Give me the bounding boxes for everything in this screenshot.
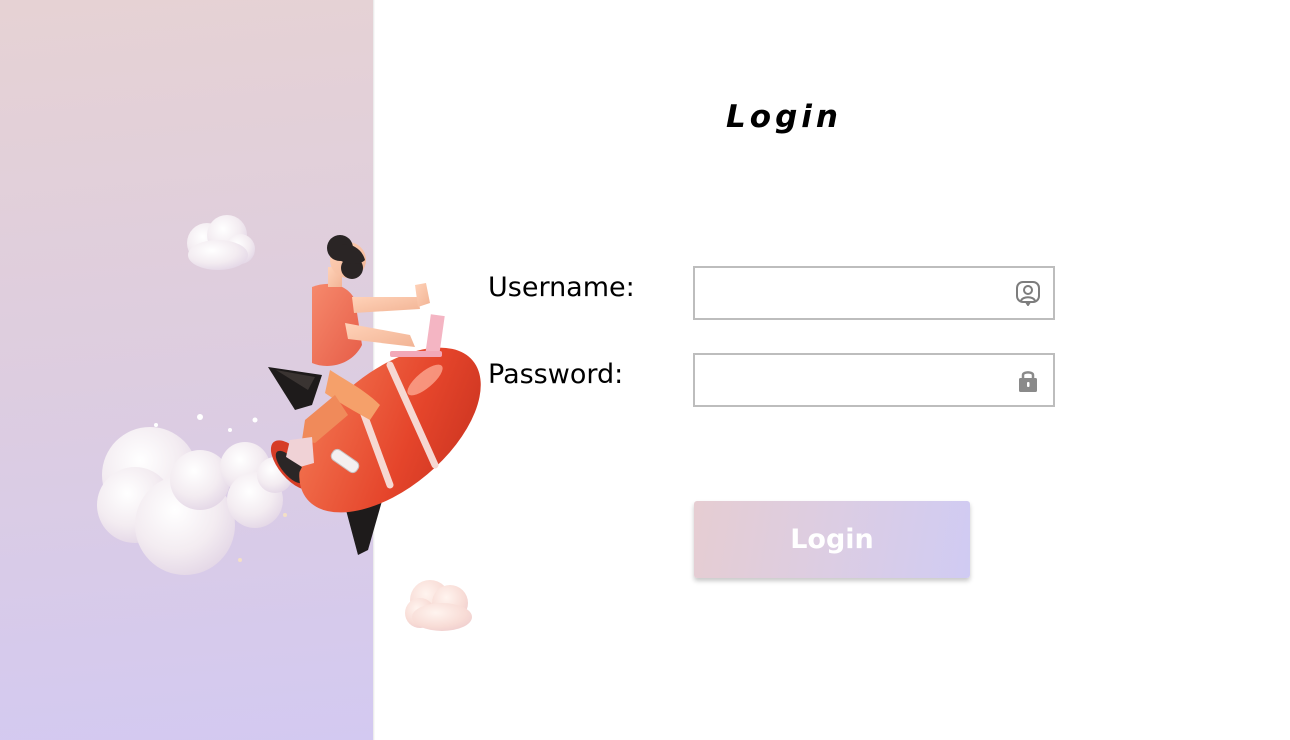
- password-label: Password:: [488, 359, 624, 390]
- password-field[interactable]: [693, 353, 1055, 407]
- login-page: Login Username: Password: Login: [0, 0, 1290, 740]
- username-input[interactable]: [695, 268, 995, 318]
- peach-cloud: [405, 580, 472, 631]
- small-cloud: [187, 215, 255, 270]
- lock-icon: [1019, 371, 1037, 392]
- user-portrait-icon: [1016, 281, 1040, 306]
- page-title: Login: [726, 99, 842, 135]
- username-field[interactable]: [693, 266, 1055, 320]
- rocket-rider-illustration: [97, 215, 481, 631]
- password-input[interactable]: [695, 355, 995, 405]
- login-button[interactable]: Login: [694, 501, 970, 578]
- rocket: [268, 347, 481, 555]
- username-label: Username:: [488, 272, 635, 303]
- exhaust-cloud: [97, 414, 293, 575]
